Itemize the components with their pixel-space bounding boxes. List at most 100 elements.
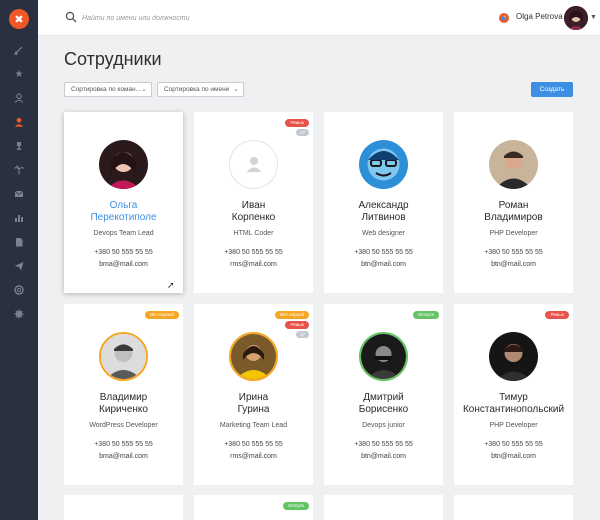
notification-icon[interactable] — [498, 12, 510, 24]
mail-icon — [14, 190, 24, 197]
employee-card[interactable]: Исп.период Ревью 17 Ирина Гурина Marketi… — [194, 304, 313, 485]
avatar — [359, 332, 408, 381]
employee-email[interactable]: bma@mail.com — [64, 261, 183, 268]
employee-phone: +380 50 555 55 55 — [354, 249, 413, 256]
avatar — [99, 332, 148, 381]
status-badge: Исп.период — [274, 311, 309, 319]
employee-card[interactable]: Отпуск Дмитрий Борисенко Devops junior +… — [324, 304, 443, 485]
employee-first-name[interactable]: Ирина — [194, 392, 313, 404]
employee-card[interactable]: Ревью 17 Иван Корпенко HTML Coder +380 5… — [194, 112, 313, 293]
star-icon: ★ — [14, 68, 24, 80]
employee-phone: +380 50 555 55 55 — [354, 441, 413, 448]
employee-card[interactable] — [454, 495, 573, 520]
employee-last-name[interactable]: Корпенко — [194, 212, 313, 224]
employee-email[interactable]: rms@mail.com — [194, 453, 313, 460]
employee-first-name[interactable]: Владимир — [64, 392, 183, 404]
user-filled-icon — [15, 117, 23, 127]
employee-last-name[interactable]: Перекотиполе — [64, 212, 183, 224]
status-badge: Отпуск — [412, 311, 439, 319]
employee-last-name[interactable]: Владимиров — [454, 212, 573, 224]
chevron-down-icon: ⌄ — [233, 86, 239, 93]
sidebar: ✖ ★ — [0, 0, 38, 520]
employee-phone: +380 50 555 55 55 — [94, 441, 153, 448]
employee-email[interactable]: btn@mail.com — [454, 453, 573, 460]
sidebar-item-favorites[interactable]: ★ — [11, 66, 27, 82]
user-avatar[interactable] — [564, 6, 588, 30]
employee-email[interactable]: btn@mail.com — [324, 453, 443, 460]
employee-first-name[interactable]: Роман — [454, 200, 573, 212]
employee-card[interactable]: Ольга Перекотиполе Devops Team Lead +380… — [64, 112, 183, 293]
employee-first-name[interactable]: Тимур — [454, 392, 573, 404]
employee-first-name[interactable]: Александр — [324, 200, 443, 212]
employee-first-name[interactable]: Ольга — [64, 200, 183, 212]
pencil-icon — [14, 46, 23, 55]
sidebar-item-vacation[interactable] — [11, 162, 27, 178]
lifebuoy-icon — [14, 285, 24, 295]
employee-phone: +380 50 555 55 55 — [224, 441, 283, 448]
avatar — [489, 140, 538, 189]
employee-card[interactable]: Ревью Тимур Константинопольский PHP Deve… — [454, 304, 573, 485]
employee-role: PHP Developer — [489, 422, 538, 429]
user-avatar-photo — [564, 6, 588, 30]
user-icon — [14, 93, 24, 103]
count-badge: 17 — [295, 331, 309, 338]
employee-last-name[interactable]: Кириченко — [64, 404, 183, 416]
mouse-cursor-icon: ➚ — [167, 280, 175, 290]
employee-email[interactable]: btn@mail.com — [324, 261, 443, 268]
employee-role: Devops Team Lead — [93, 230, 154, 237]
sidebar-item-feed[interactable] — [11, 42, 27, 58]
user-menu-caret-icon[interactable]: ▼ — [590, 14, 597, 21]
sort-by-name-select[interactable]: Сортировка по имени ⌄ — [157, 82, 244, 97]
employee-email[interactable]: rms@mail.com — [194, 261, 313, 268]
sidebar-item-help[interactable] — [11, 282, 27, 298]
avatar-placeholder — [229, 140, 278, 189]
app-logo-icon[interactable]: ✖ — [9, 9, 29, 29]
sidebar-item-settings[interactable] — [11, 306, 27, 322]
employee-role: Web designer — [361, 230, 406, 237]
sidebar-item-documents[interactable] — [11, 234, 27, 250]
employee-last-name[interactable]: Гурина — [194, 404, 313, 416]
employee-card[interactable]: Исп.период Владимир Кириченко WordPress … — [64, 304, 183, 485]
gear-icon — [14, 309, 24, 319]
status-badge: Ревью — [285, 119, 309, 127]
employee-first-name[interactable]: Дмитрий — [324, 392, 443, 404]
employee-card[interactable] — [64, 495, 183, 520]
count-badge: 17 — [295, 129, 309, 136]
employee-card[interactable]: Александр Литвинов Web designer +380 50 … — [324, 112, 443, 293]
employee-last-name[interactable]: Борисенко — [324, 404, 443, 416]
search-icon — [65, 11, 77, 23]
status-badge: Ревью — [285, 321, 309, 329]
employee-card[interactable]: Отпуск — [194, 495, 313, 520]
paper-plane-icon — [14, 262, 24, 271]
search-input[interactable] — [82, 9, 312, 27]
employee-email[interactable]: btn@mail.com — [454, 261, 573, 268]
palm-icon — [14, 165, 24, 175]
employee-card[interactable] — [324, 495, 443, 520]
document-icon — [16, 238, 23, 247]
sidebar-item-messages[interactable] — [11, 186, 27, 202]
sidebar-item-send[interactable] — [11, 258, 27, 274]
sidebar-item-awards[interactable] — [11, 138, 27, 154]
create-button[interactable]: Создать — [531, 82, 573, 97]
employee-email[interactable]: bma@mail.com — [64, 453, 183, 460]
avatar — [99, 140, 148, 189]
employee-role: WordPress Developer — [89, 422, 158, 429]
employee-last-name[interactable]: Литвинов — [324, 212, 443, 224]
employee-role: Marketing Team Lead — [219, 422, 288, 429]
sidebar-item-stats[interactable] — [11, 210, 27, 226]
employee-role: Devops junior — [362, 422, 405, 429]
sort-by-team-select[interactable]: Сортировка по коман... ⌄ — [64, 82, 152, 97]
employee-card[interactable]: Роман Владимиров PHP Developer +380 50 5… — [454, 112, 573, 293]
employee-last-name[interactable]: Константинопольский — [454, 404, 573, 416]
employee-phone: +380 50 555 55 55 — [224, 249, 283, 256]
chevron-down-icon: ⌄ — [141, 86, 147, 93]
employee-first-name[interactable]: Иван — [194, 200, 313, 212]
sort-by-team-value: Сортировка по коман... — [71, 86, 142, 93]
sidebar-item-employees[interactable] — [11, 114, 27, 130]
top-bar: Olga Petrova ▼ — [38, 0, 600, 36]
user-placeholder-icon — [246, 157, 262, 172]
sidebar-item-profile[interactable] — [11, 90, 27, 106]
user-name[interactable]: Olga Petrova — [516, 12, 563, 21]
employee-role: PHP Developer — [489, 230, 538, 237]
avatar — [359, 140, 408, 189]
